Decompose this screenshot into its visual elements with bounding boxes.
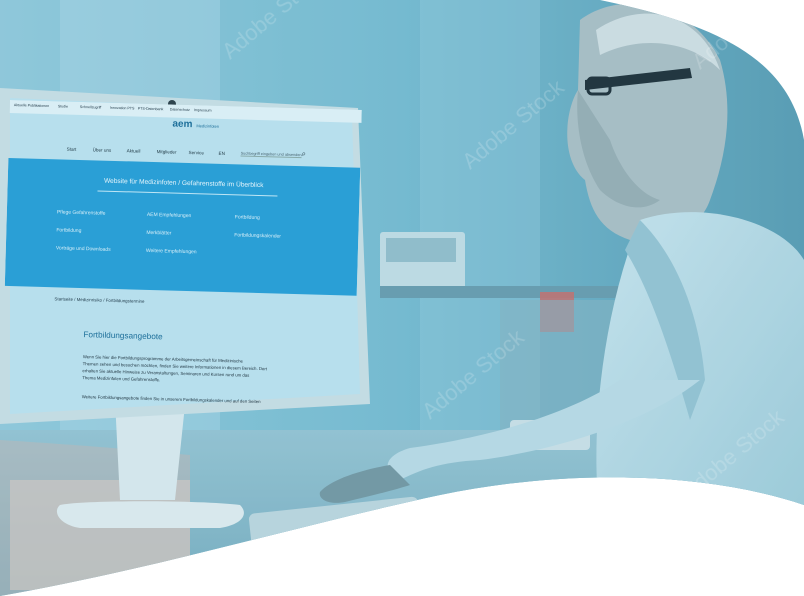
hero-link[interactable]: Fortbildungskalender	[234, 232, 281, 239]
nav-item-start[interactable]: Start	[67, 147, 77, 152]
search-icon[interactable]: ⌕	[301, 149, 306, 159]
bookmark[interactable]: Studie	[58, 104, 68, 112]
bookmark[interactable]: Datenschutz	[170, 107, 190, 116]
bookmark[interactable]: Innovation PTS	[110, 106, 135, 115]
nav-item-service[interactable]: Service	[189, 150, 204, 155]
breadcrumb[interactable]: Startseite / Medizinrisiko / Fortbildung…	[54, 296, 144, 304]
bookmark[interactable]: Aktuelle Publikationen	[14, 103, 49, 112]
nav-item-news[interactable]: Aktuell	[127, 148, 141, 153]
nav-item-language[interactable]: EN	[219, 151, 226, 156]
hero-link[interactable]: AEM Empfehlungen	[147, 212, 192, 219]
hero-link[interactable]: Merkblätter	[146, 230, 171, 237]
site-logo[interactable]: aem	[172, 119, 192, 131]
search-input[interactable]: Suchbegriff eingeben und absenden	[240, 151, 302, 159]
nav-item-about[interactable]: Über uns	[93, 147, 112, 153]
hero-link[interactable]: Fortbildung	[56, 227, 81, 234]
content-line: Weitere Fortbildungsangebote finden Sie …	[81, 394, 261, 405]
bookmark[interactable]: Impressum	[194, 108, 212, 116]
website-screen: Aktuelle Publikationen Studie Schnellzug…	[1, 100, 362, 420]
bookmark[interactable]: Schnellzugriff	[80, 105, 102, 114]
page-title: Fortbildungsangebote	[83, 330, 163, 342]
content-line: Thema Medizinfoten und Gefahrenstoffe.	[82, 375, 161, 383]
site-logo-subtitle: Medizinfoten	[196, 123, 220, 129]
nav-item-members[interactable]: Mitglieder	[157, 149, 177, 155]
bookmark[interactable]: PTS-Datenbank	[138, 107, 164, 116]
hero-link[interactable]: Fortbildung	[235, 214, 260, 221]
